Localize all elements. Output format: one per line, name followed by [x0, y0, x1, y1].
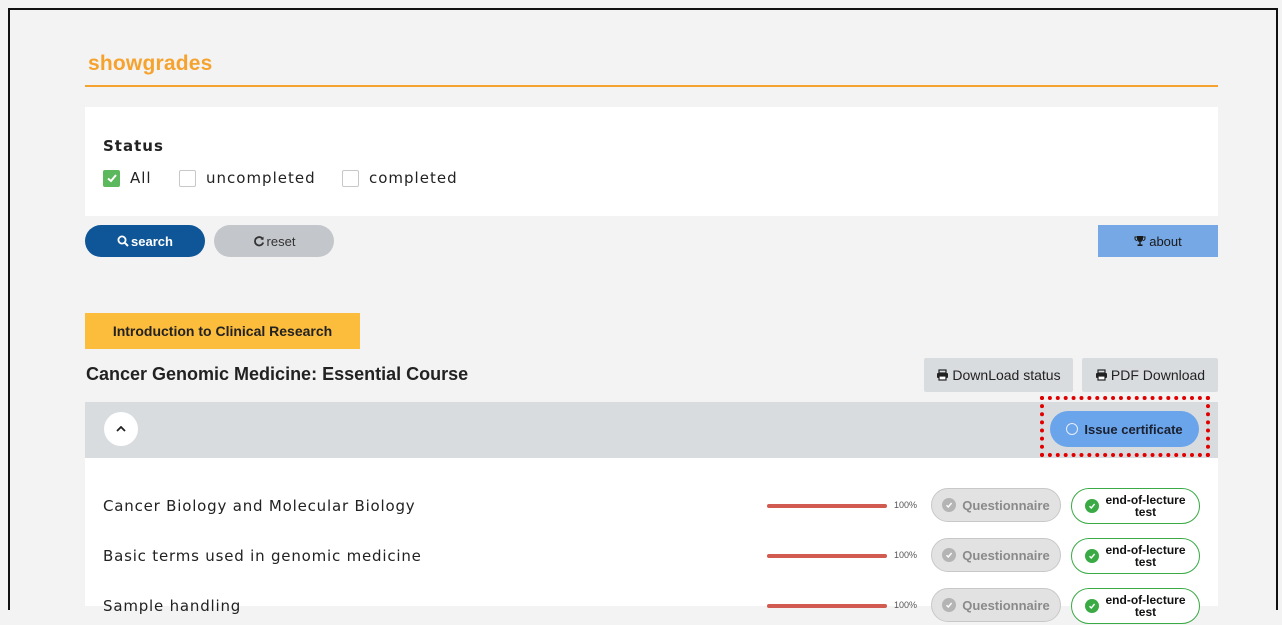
chevron-up-icon: [116, 426, 126, 432]
questionnaire-label: Questionnaire: [962, 597, 1050, 613]
all-label: All: [130, 169, 152, 187]
test-label-line2: test: [1134, 505, 1157, 519]
test-label: end-of-lecture test: [1105, 594, 1185, 618]
search-icon: [117, 235, 129, 247]
filter-option-completed[interactable]: completed: [342, 167, 458, 189]
printer-icon: [1095, 369, 1107, 381]
test-label-line2: test: [1134, 555, 1157, 569]
progress-fill: [767, 554, 887, 558]
end-of-lecture-test-button[interactable]: end-of-lecture test: [1071, 488, 1200, 524]
test-label: end-of-lecture test: [1105, 494, 1185, 518]
filter-panel: [85, 107, 1218, 216]
filter-option-uncompleted[interactable]: uncompleted: [179, 167, 316, 189]
end-of-lecture-test-button[interactable]: end-of-lecture test: [1071, 538, 1200, 574]
course-title: Cancer Genomic Medicine: Essential Cours…: [86, 364, 469, 384]
reset-label: reset: [266, 233, 296, 249]
progress-percent: 100%: [894, 600, 918, 610]
questionnaire-label: Questionnaire: [962, 547, 1050, 563]
lecture-title: Cancer Biology and Molecular Biology: [103, 497, 416, 515]
completed-checkbox[interactable]: [342, 169, 359, 187]
trophy-icon: [1134, 236, 1146, 246]
course-category-tag: Introduction to Clinical Research: [85, 313, 360, 349]
lecture-list: [85, 458, 1218, 606]
completed-label: completed: [369, 169, 458, 187]
collapse-toggle-button[interactable]: [104, 412, 138, 446]
download-status-label: DownLoad status: [952, 367, 1061, 383]
progress-bar: [767, 504, 887, 508]
search-button[interactable]: search: [85, 225, 205, 257]
title-divider: [85, 85, 1218, 87]
all-checkbox[interactable]: [103, 169, 120, 187]
questionnaire-button[interactable]: Questionnaire: [931, 538, 1061, 572]
check-icon: [106, 174, 117, 183]
printer-icon: [937, 369, 949, 381]
progress-percent: 100%: [894, 550, 918, 560]
check-circle-icon: [1085, 499, 1100, 513]
test-label-line2: test: [1134, 605, 1157, 619]
reset-icon: [253, 236, 264, 247]
lecture-title: Sample handling: [103, 597, 242, 615]
questionnaire-button[interactable]: Questionnaire: [931, 488, 1061, 522]
search-label: search: [131, 233, 173, 249]
check-circle-icon: [942, 498, 957, 512]
uncompleted-label: uncompleted: [206, 169, 316, 187]
check-circle-icon: [1085, 549, 1100, 563]
about-label: about: [1149, 233, 1182, 249]
uncompleted-checkbox[interactable]: [179, 169, 196, 187]
reset-button[interactable]: reset: [214, 225, 334, 257]
pdf-download-button[interactable]: PDF Download: [1082, 358, 1218, 392]
lecture-row: Basic terms used in genomic medicine 100…: [85, 535, 1218, 575]
questionnaire-button[interactable]: Questionnaire: [931, 588, 1061, 622]
highlight-annotation: [1040, 396, 1210, 457]
progress-fill: [767, 604, 887, 608]
about-button[interactable]: about: [1098, 225, 1218, 257]
page-title: showgrades: [88, 52, 213, 75]
pdf-download-label: PDF Download: [1110, 367, 1206, 383]
progress-percent: 100%: [894, 500, 918, 510]
progress-bar: [767, 554, 887, 558]
check-circle-icon: [942, 548, 957, 562]
end-of-lecture-test-button[interactable]: end-of-lecture test: [1071, 588, 1200, 624]
progress-bar: [767, 604, 887, 608]
check-circle-icon: [1085, 599, 1100, 613]
download-status-button[interactable]: DownLoad status: [924, 358, 1073, 392]
lecture-row: Sample handling 100% Questionnaire end-o…: [85, 585, 1218, 625]
filter-option-all[interactable]: All: [103, 167, 152, 189]
status-label: Status: [103, 137, 164, 155]
progress-fill: [767, 504, 887, 508]
questionnaire-label: Questionnaire: [962, 497, 1050, 513]
lecture-row: Cancer Biology and Molecular Biology 100…: [85, 485, 1218, 525]
lecture-title: Basic terms used in genomic medicine: [103, 547, 422, 565]
test-label: end-of-lecture test: [1105, 544, 1185, 568]
check-circle-icon: [942, 598, 957, 612]
